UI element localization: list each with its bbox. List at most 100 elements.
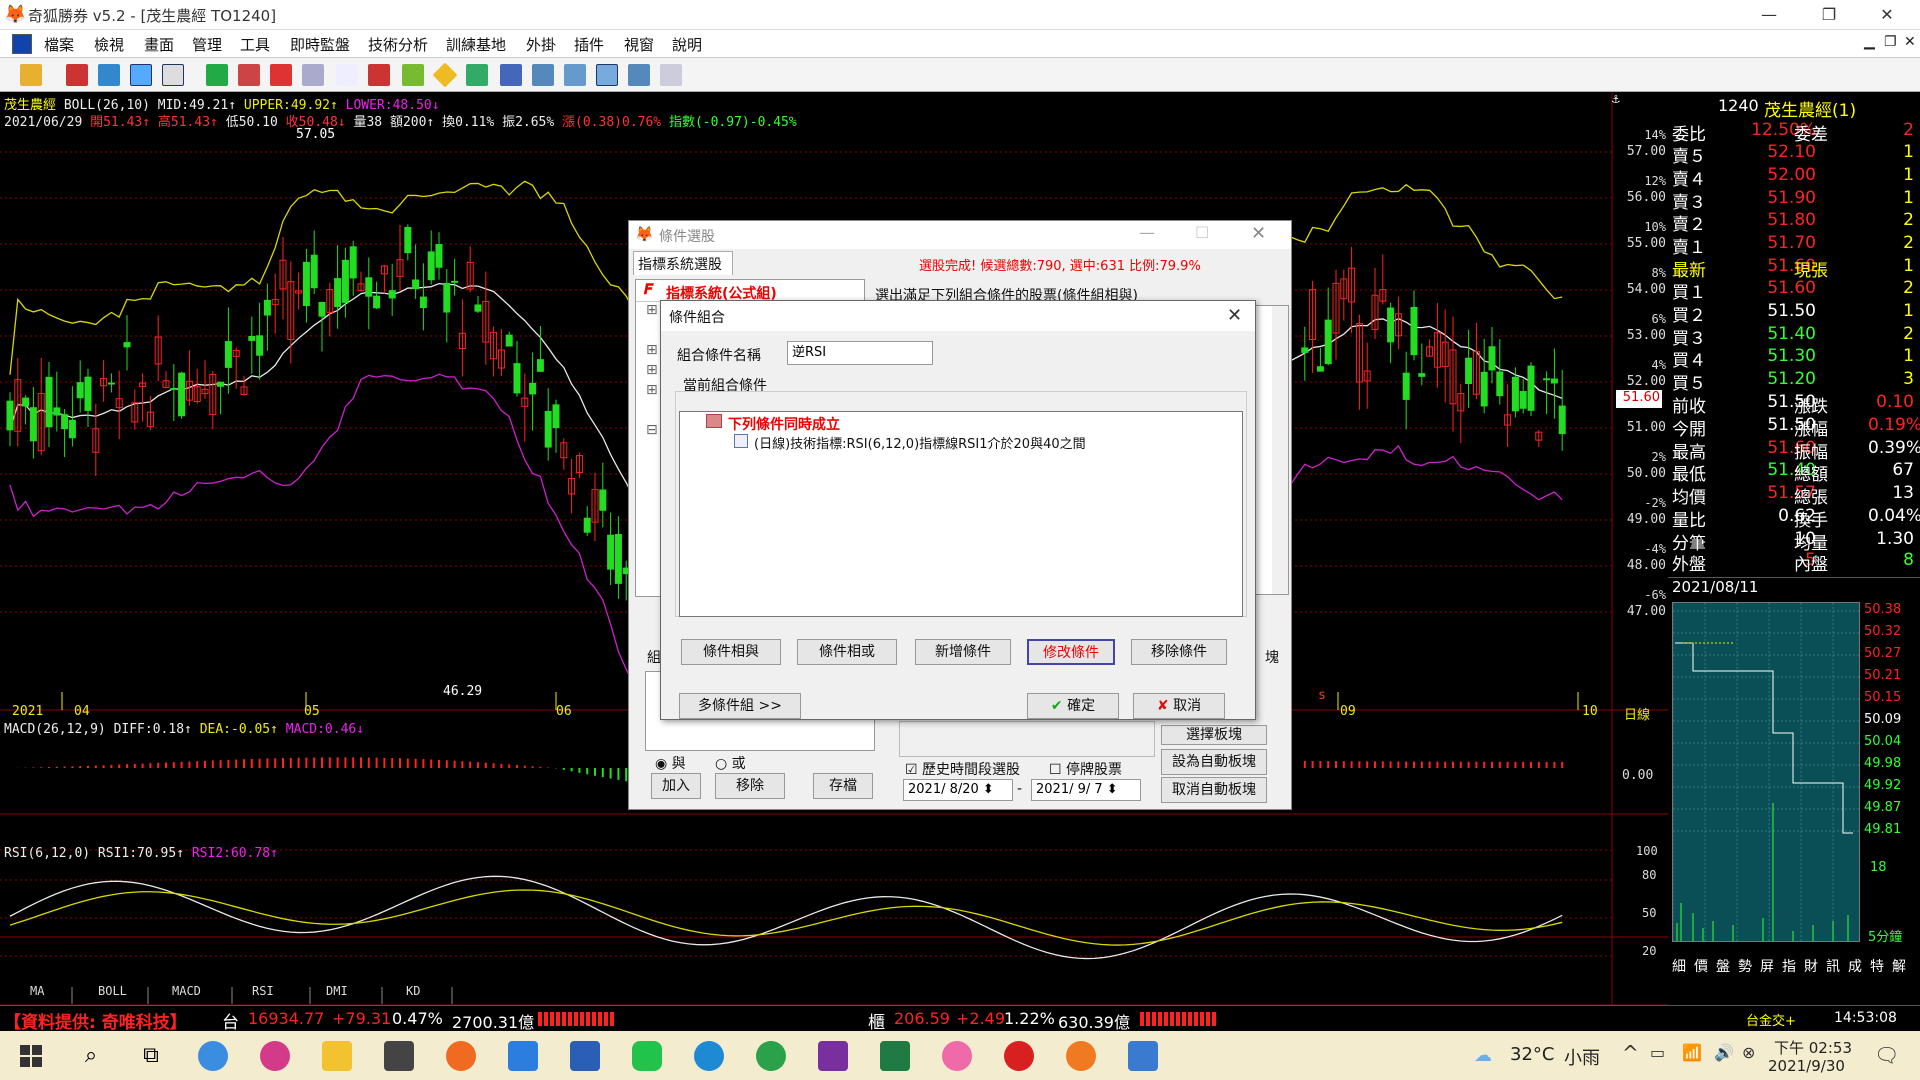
document-icon[interactable] [336, 64, 358, 86]
menu-screen[interactable]: 畫面 [144, 34, 174, 55]
tab-rsi[interactable]: RSI [252, 984, 274, 998]
minute-period[interactable]: 5分鐘 [1868, 926, 1902, 945]
word-icon[interactable] [570, 1041, 600, 1071]
quote-tab[interactable]: 指 [1782, 956, 1796, 976]
modify-condition-button[interactable]: 修改條件 [1027, 639, 1115, 665]
quote-tab[interactable]: 盤 [1716, 956, 1730, 976]
volume-icon[interactable]: 🔊 [1714, 1043, 1734, 1062]
menu-tools[interactable]: 工具 [240, 34, 270, 55]
edge-icon[interactable] [694, 1041, 724, 1071]
menu-tech-analysis[interactable]: 技術分析 [368, 34, 428, 55]
print-icon[interactable] [66, 64, 88, 86]
combo-name-input[interactable]: 逆RSI [787, 341, 933, 365]
dialog1-minimize-button[interactable]: — [1139, 223, 1155, 242]
dialog1-maximize-button[interactable]: ☐ [1195, 223, 1209, 242]
menu-manage[interactable]: 管理 [192, 34, 222, 55]
tree-expander[interactable]: ⊞ [646, 302, 658, 318]
condition-or-button[interactable]: 條件相或 [797, 639, 897, 665]
quote-tab[interactable]: 成 [1848, 956, 1862, 976]
onenote-icon[interactable] [818, 1041, 848, 1071]
ie-icon[interactable] [198, 1041, 228, 1071]
ok-button[interactable]: ✔ 確定 [1027, 693, 1119, 719]
mdi-restore-button[interactable]: ❐ [1884, 34, 1897, 50]
line-chart-icon[interactable] [596, 64, 618, 86]
colorful-app-icon[interactable] [942, 1041, 972, 1071]
quote-tab[interactable]: 特 [1870, 956, 1884, 976]
search-icon[interactable]: ⌕ [76, 1041, 106, 1071]
zoom-out-icon[interactable] [238, 64, 260, 86]
mdi-close-button[interactable]: ✕ [1904, 34, 1916, 50]
menu-plugin[interactable]: 外掛 [526, 34, 556, 55]
menu-training[interactable]: 訓練基地 [446, 34, 506, 55]
multi-group-button[interactable]: 多條件組 >> [679, 693, 801, 719]
save-button[interactable]: 存檔 [813, 773, 873, 799]
menu-addon[interactable]: 插件 [574, 34, 604, 55]
remove-condition-button[interactable]: 移除條件 [1131, 639, 1227, 665]
remove-button[interactable]: 移除 [715, 773, 785, 799]
new-condition-button[interactable]: 新增條件 [915, 639, 1011, 665]
chart-icon[interactable] [564, 64, 586, 86]
menu-help[interactable]: 說明 [672, 34, 702, 55]
menu-monitor[interactable]: 即時監盤 [290, 34, 350, 55]
date-to-picker[interactable]: 2021/ 9/ 7 ⬍ [1031, 779, 1141, 801]
layers-icon[interactable] [402, 64, 424, 86]
add-button[interactable]: 加入 [651, 773, 701, 799]
condition-and-button[interactable]: 條件相與 [681, 639, 781, 665]
restore-button[interactable]: ❐ [1806, 0, 1852, 30]
zoom-in-icon[interactable] [206, 64, 228, 86]
period-label[interactable]: 日線 [1624, 704, 1650, 723]
mdi-minimize-button[interactable]: ▁ [1864, 34, 1875, 50]
quote-tab[interactable]: 財 [1804, 956, 1818, 976]
tab-macd[interactable]: MACD [172, 984, 201, 998]
dialog1-close-button[interactable]: ✕ [1251, 223, 1266, 244]
menu-file[interactable]: 檔案 [44, 34, 74, 55]
open-folder-icon[interactable] [20, 64, 42, 86]
tree-expander[interactable]: ⊞ [646, 342, 658, 358]
close-button[interactable]: ✕ [1864, 0, 1910, 30]
alert-icon[interactable] [368, 64, 390, 86]
cancel-button[interactable]: ✘ 取消 [1133, 693, 1225, 719]
copy-icon[interactable] [302, 64, 324, 86]
minimize-button[interactable]: — [1746, 0, 1792, 30]
notification-icon[interactable]: 🗨 [1874, 1043, 1899, 1067]
export-icon[interactable] [466, 64, 488, 86]
quote-tab[interactable]: 細 [1672, 956, 1686, 976]
menu-window[interactable]: 視窗 [624, 34, 654, 55]
windows-start-icon[interactable] [16, 1041, 46, 1071]
tab-dmi[interactable]: DMI [326, 984, 348, 998]
quote-tab[interactable]: 解 [1892, 956, 1906, 976]
settings-icon[interactable] [660, 64, 682, 86]
crosshair-icon[interactable] [98, 64, 120, 86]
excel-icon[interactable] [880, 1041, 910, 1071]
tree-expander[interactable]: ⊟ [646, 422, 658, 438]
halt-checkbox[interactable]: ☐ 停牌股票 [1049, 759, 1122, 779]
window-icon[interactable] [130, 64, 152, 86]
radio-or[interactable]: ○ 或 [715, 753, 746, 773]
set-auto-board-button[interactable]: 設為自動板塊 [1161, 749, 1267, 775]
clock-time[interactable]: 下午 02:53 [1774, 1037, 1852, 1058]
radio-and[interactable]: ◉ 與 [655, 753, 686, 773]
list-icon[interactable] [270, 64, 292, 86]
display-icon[interactable]: ▭ [1650, 1043, 1665, 1062]
tab-kd[interactable]: KD [406, 984, 420, 998]
quote-tab[interactable]: 價 [1694, 956, 1708, 976]
tree-expander[interactable]: ⊞ [646, 382, 658, 398]
rights-icon[interactable] [162, 64, 184, 86]
date-from-picker[interactable]: 2021/ 8/20 ⬍ [903, 779, 1013, 801]
panel-icon[interactable] [628, 64, 650, 86]
tree-expander[interactable]: ⊞ [646, 362, 658, 378]
tab-boll[interactable]: BOLL [98, 984, 127, 998]
columns-icon[interactable] [532, 64, 554, 86]
condition-item[interactable]: (日線)技術指標:RSI(6,12,0)指標線RSI1介於20與40之間 [754, 433, 1086, 452]
anchor-icon[interactable]: ⚓ [1612, 92, 1620, 107]
s-app-icon[interactable] [260, 1041, 290, 1071]
task-view-icon[interactable]: ⧉ [136, 1041, 166, 1071]
line-icon[interactable] [632, 1041, 662, 1071]
reader-icon[interactable] [384, 1041, 414, 1071]
firefox-icon[interactable] [446, 1041, 476, 1071]
orange-app-icon[interactable] [1066, 1041, 1096, 1071]
quote-tab[interactable]: 勢 [1738, 956, 1752, 976]
app-menu-icon[interactable] [12, 34, 32, 54]
chevron-up-icon[interactable]: ^ [1622, 1041, 1639, 1065]
fox-trading-icon[interactable] [1004, 1041, 1034, 1071]
